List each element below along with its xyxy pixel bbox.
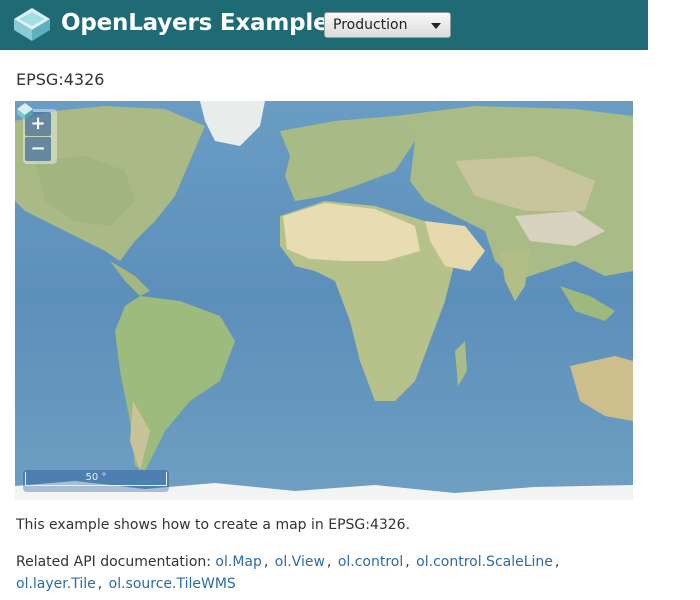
attribution-icon[interactable] (15, 101, 35, 121)
map-viewport[interactable]: + − 50 ° (15, 101, 633, 500)
api-link-ol-control[interactable]: ol.control (338, 554, 403, 570)
related-api-docs: Related API documentation: ol.Map, ol.Vi… (16, 551, 616, 595)
separator: , (405, 554, 410, 570)
mode-select-value: Production (333, 17, 408, 33)
world-map (15, 101, 633, 500)
page-title: EPSG:4326 (16, 70, 105, 89)
zoom-out-button[interactable]: − (25, 137, 51, 161)
api-link-ol-map[interactable]: ol.Map (215, 554, 261, 570)
scale-label: 50 ° (25, 472, 167, 486)
header-bar: OpenLayers Examples Production (0, 0, 648, 50)
separator: , (263, 554, 269, 570)
api-link-ol-source-tilewms[interactable]: ol.source.TileWMS (109, 576, 236, 592)
separator: , (554, 554, 560, 570)
brand[interactable] (12, 7, 52, 43)
openlayers-logo-icon (14, 8, 50, 41)
chevron-down-icon (431, 23, 441, 29)
api-link-ol-layer-tile[interactable]: ol.layer.Tile (16, 576, 96, 592)
api-link-ol-control-scaleline[interactable]: ol.control.ScaleLine (416, 554, 553, 570)
separator: , (97, 576, 103, 592)
mode-select[interactable]: Production (324, 12, 451, 38)
example-description: This example shows how to create a map i… (16, 517, 411, 533)
related-label: Related API documentation: (16, 554, 211, 570)
separator: , (326, 554, 332, 570)
scale-line: 50 ° (23, 470, 169, 492)
api-link-ol-view[interactable]: ol.View (275, 554, 325, 570)
app-title[interactable]: OpenLayers Examples (61, 10, 342, 36)
